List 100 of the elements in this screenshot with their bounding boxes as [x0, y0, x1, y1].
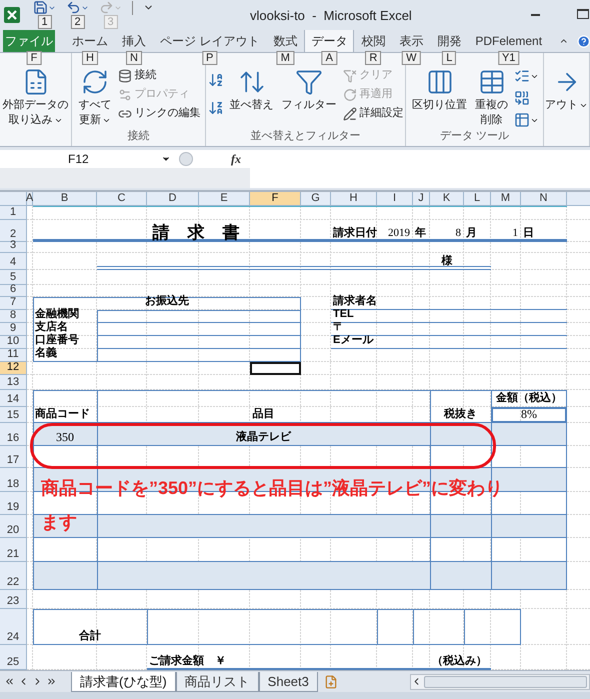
column-header[interactable]: M	[491, 192, 521, 206]
insert-sheet-icon[interactable]	[324, 675, 338, 689]
sheet-tab[interactable]: Sheet3	[258, 672, 318, 692]
row-header[interactable]: 7	[0, 297, 27, 310]
ribbon-tab[interactable]: ファイル	[3, 30, 55, 52]
cell-text: 合計	[79, 630, 101, 643]
list-check-icon	[514, 68, 530, 84]
row-header[interactable]: 16	[0, 423, 27, 446]
keytip: A	[322, 51, 338, 65]
row-header[interactable]: 1	[0, 206, 27, 220]
row-header[interactable]: 22	[0, 562, 27, 590]
refresh-icon	[81, 68, 109, 96]
row-header[interactable]: 14	[0, 390, 27, 407]
row-header[interactable]: 19	[0, 492, 27, 515]
ribbon-button[interactable]: 並べ替え	[228, 68, 276, 123]
filter-icon	[295, 68, 323, 96]
table-icon	[478, 68, 506, 96]
ribbon-tab[interactable]: 挿入	[115, 30, 153, 52]
ribbon-tab[interactable]: 数式	[266, 30, 304, 52]
cell-text: 金額（税込）	[496, 392, 562, 405]
row-header[interactable]: 18	[0, 468, 27, 492]
row-header[interactable]: 24	[0, 609, 27, 645]
ribbon-button[interactable]: 外部データの 取り込み	[0, 68, 70, 128]
column-header[interactable]: D	[147, 192, 199, 206]
keytip: M	[276, 51, 294, 65]
ribbon-button[interactable]: アウト	[543, 68, 590, 113]
ribbon-tab[interactable]: 校閲	[354, 30, 392, 52]
last-sheet-icon[interactable]	[46, 676, 57, 687]
ribbon-tab[interactable]: 表示	[392, 30, 430, 52]
column-header[interactable]: N	[521, 192, 567, 206]
insert-function-button[interactable]: fx	[231, 150, 241, 168]
row-header[interactable]: 15	[0, 407, 27, 423]
ribbon-button[interactable]: リンクの編集	[118, 104, 200, 123]
row-header[interactable]: 20	[0, 515, 27, 538]
ribbon-tab[interactable]: ページ レイアウト	[153, 30, 266, 52]
row-header[interactable]: 6	[0, 285, 27, 297]
keytip: H	[82, 51, 98, 65]
row-header[interactable]: 11	[0, 349, 27, 362]
row-header[interactable]: 21	[0, 538, 27, 562]
window-title: vlooksi-to - Microsoft Excel	[250, 7, 412, 25]
horizontal-scrollbar[interactable]	[410, 674, 590, 690]
row-header[interactable]: 3	[0, 242, 27, 253]
reapply-icon	[342, 88, 356, 102]
row-header[interactable]: 10	[0, 336, 27, 349]
column-header[interactable]: E	[199, 192, 250, 206]
column-header[interactable]: F	[250, 192, 301, 206]
maximize-icon	[577, 9, 589, 19]
column-header[interactable]: K	[430, 192, 464, 206]
cell-text: 名義	[35, 347, 57, 360]
redo-icon	[99, 0, 114, 15]
undo-icon	[66, 0, 81, 15]
ribbon-tab[interactable]: ホーム	[65, 30, 115, 52]
row-header[interactable]: 5	[0, 270, 27, 285]
row-header[interactable]: 17	[0, 446, 27, 468]
ribbon-tab[interactable]: データ	[304, 28, 354, 52]
row-header[interactable]: 23	[0, 590, 27, 609]
cell-text: 8	[456, 227, 461, 240]
name-box[interactable]: F12	[0, 150, 175, 168]
quick-access-button[interactable]	[66, 0, 89, 15]
ribbon-tab[interactable]: 開発	[430, 30, 468, 52]
group-label: データ ツール	[440, 129, 510, 144]
column-header[interactable]: H	[331, 192, 377, 206]
column-header[interactable]: J	[413, 192, 430, 206]
sort-ascending-icon	[208, 72, 224, 88]
cell-text: 日	[523, 227, 534, 240]
ribbon-button[interactable]: 区切り位置	[410, 68, 469, 128]
ribbon-button[interactable]: 重複の 削除	[473, 68, 510, 128]
first-sheet-icon[interactable]	[4, 676, 15, 687]
keytip: 3	[103, 15, 118, 29]
ribbon-button[interactable]: すべて 更新	[76, 68, 114, 128]
ribbon-icon-button[interactable]	[208, 100, 224, 116]
columns-icon	[426, 68, 454, 96]
row-header[interactable]: 12	[0, 362, 27, 375]
ribbon-icon-button[interactable]	[514, 68, 539, 84]
row-header[interactable]: 9	[0, 323, 27, 336]
row-header[interactable]: 2	[0, 220, 27, 242]
keytip: Y1	[498, 51, 520, 65]
column-header[interactable]: I	[377, 192, 413, 206]
keytip: N	[126, 51, 142, 65]
column-header[interactable]: B	[33, 192, 97, 206]
ribbon-button[interactable]: フィルター	[280, 68, 338, 123]
column-header[interactable]: A	[27, 192, 33, 206]
row-header[interactable]: 8	[0, 310, 27, 323]
ribbon-button[interactable]: 詳細設定	[342, 104, 404, 123]
cell-text: 2019	[388, 227, 410, 240]
ribbon-tab[interactable]: PDFelement	[468, 30, 550, 52]
column-header[interactable]: L	[464, 192, 491, 206]
quick-access-button[interactable]	[33, 0, 56, 15]
app-icon	[3, 6, 21, 24]
keytip: W	[402, 51, 421, 65]
column-header[interactable]: G	[301, 192, 331, 206]
ribbon-icon-button[interactable]	[514, 112, 539, 128]
row-header[interactable]: 13	[0, 375, 27, 390]
row-header[interactable]: 4	[0, 253, 27, 270]
sheet-tab[interactable]: 商品リスト	[176, 672, 259, 692]
ribbon-button[interactable]: 接続	[118, 66, 200, 85]
column-header[interactable]: C	[97, 192, 147, 206]
row-header[interactable]: 25	[0, 645, 27, 670]
sheet-tab[interactable]: 請求書(ひな型)	[71, 672, 176, 692]
ribbon-icon-button[interactable]	[208, 72, 224, 88]
